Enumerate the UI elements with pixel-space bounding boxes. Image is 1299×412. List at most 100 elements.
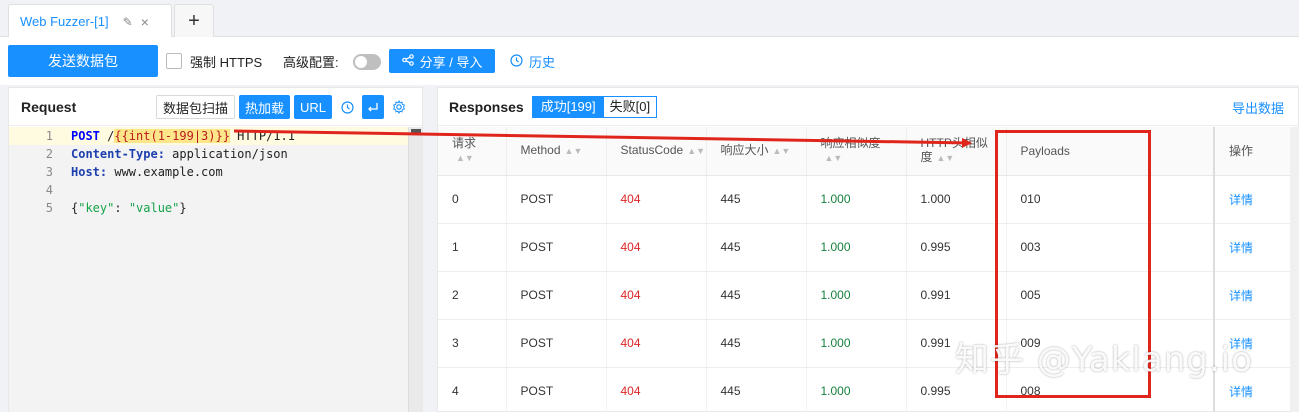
detail-link[interactable]: 详情 xyxy=(1213,319,1299,368)
path-prefix: / xyxy=(99,129,115,143)
cell-size: 445 xyxy=(706,223,807,272)
responses-title: Responses xyxy=(449,98,524,115)
column-header-status-code[interactable]: StatusCode ▲▼ xyxy=(606,127,707,176)
pencil-icon[interactable]: ✎ xyxy=(123,15,133,29)
clock-icon xyxy=(510,53,523,70)
code-line-2[interactable]: 2 Content-Type: application/json xyxy=(9,145,408,163)
http-version: HTTP/1.1 xyxy=(229,129,295,143)
cell-header-similarity: 0.991 xyxy=(906,271,1007,320)
add-tab-button[interactable]: + xyxy=(174,4,214,37)
cell-similarity: 1.000 xyxy=(806,175,907,224)
sort-icon: ▲▼ xyxy=(687,146,706,157)
column-header-response-size[interactable]: 响应大小 ▲▼ xyxy=(706,127,807,176)
share-icon xyxy=(401,53,414,69)
editor-scrollbar[interactable] xyxy=(408,127,422,412)
cell-header-similarity: 0.995 xyxy=(906,223,1007,272)
clock-icon[interactable] xyxy=(336,95,358,119)
cell-payload: 005 xyxy=(1006,271,1215,320)
request-panel: Request 数据包扫描 热加载 URL 1 POST /{{int(1-19… xyxy=(8,87,423,412)
url-button[interactable]: URL xyxy=(293,95,332,119)
tab-web-fuzzer[interactable]: Web Fuzzer-[1] ✎ × xyxy=(8,4,172,38)
detail-link[interactable]: 详情 xyxy=(1213,223,1299,272)
sort-icon: ▲▼ xyxy=(772,146,791,157)
cell-similarity: 1.000 xyxy=(806,367,907,412)
column-header-request[interactable]: 请求▲▼ xyxy=(438,127,507,176)
web-fuzzer-app: Web Fuzzer-[1] ✎ × + 发送数据包 强制 HTTPS 高级配置… xyxy=(0,0,1299,412)
column-header-method[interactable]: Method ▲▼ xyxy=(506,127,607,176)
code-text: Host: www.example.com xyxy=(71,163,223,181)
export-data-link[interactable]: 导出数据 xyxy=(1232,98,1284,117)
code-line-4[interactable]: 4 xyxy=(9,181,408,199)
send-packet-button[interactable]: 发送数据包 xyxy=(8,45,158,77)
sort-icon: ▲▼ xyxy=(936,153,955,164)
fail-filter-button[interactable]: 失败[0] xyxy=(603,96,657,117)
force-https-label: 强制 HTTPS xyxy=(190,55,263,70)
success-filter-button[interactable]: 成功[199] xyxy=(532,96,604,117)
responses-panel: Responses 成功[199] 失败[0] 导出数据 请求▲▼ Method… xyxy=(437,87,1299,412)
column-header-header-similarity[interactable]: HTTP头相似度 ▲▼ xyxy=(906,127,1007,176)
packet-scan-button[interactable]: 数据包扫描 xyxy=(155,95,235,119)
table-scrollbar[interactable] xyxy=(1290,127,1298,412)
tab-label: Web Fuzzer-[1] xyxy=(20,14,109,29)
column-header-similarity[interactable]: 响应相似度▲▼ xyxy=(806,127,907,176)
cell-method: POST xyxy=(506,223,607,272)
request-actions: 数据包扫描 热加载 URL xyxy=(155,95,410,119)
column-header-actions: 操作 xyxy=(1213,127,1299,176)
code-text: Content-Type: application/json xyxy=(71,145,288,163)
advanced-config-switch[interactable] xyxy=(353,54,381,70)
http-method: POST xyxy=(71,129,100,143)
header-value: www.example.com xyxy=(107,165,223,179)
share-import-label: 分享 / 导入 xyxy=(419,54,483,70)
cell-status-code: 404 xyxy=(606,175,707,224)
close-icon[interactable]: × xyxy=(141,14,149,30)
column-header-payloads[interactable]: Payloads xyxy=(1006,127,1215,176)
request-header: Request 数据包扫描 热加载 URL xyxy=(9,88,422,126)
cell-size: 445 xyxy=(706,175,807,224)
hot-load-button[interactable]: 热加载 xyxy=(238,95,290,119)
cell-request: 1 xyxy=(438,223,507,272)
responses-table: 请求▲▼ Method ▲▼ StatusCode ▲▼ 响应大小 ▲▼ 响应相似度▲… xyxy=(438,127,1299,412)
cell-size: 445 xyxy=(706,367,807,412)
cell-header-similarity: 0.995 xyxy=(906,367,1007,412)
detail-link[interactable]: 详情 xyxy=(1213,271,1299,320)
table-row[interactable]: 2 POST 404 445 1.000 0.991 005 详情 xyxy=(438,271,1299,320)
header-name: Content-Type: xyxy=(71,147,165,161)
sort-icon: ▲▼ xyxy=(564,146,583,157)
table-row[interactable]: 0 POST 404 445 1.000 1.000 010 详情 xyxy=(438,175,1299,224)
code-line-5[interactable]: 5 {"key": "value"} xyxy=(9,199,408,217)
fuzz-template: {{int(1-199|3)}} xyxy=(114,129,230,143)
code-line-3[interactable]: 3 Host: www.example.com xyxy=(9,163,408,181)
line-number: 4 xyxy=(45,183,53,197)
history-link[interactable]: 历史 xyxy=(510,52,555,71)
scrollbar-thumb[interactable] xyxy=(411,129,421,135)
tab-bar: Web Fuzzer-[1] ✎ × + xyxy=(0,0,1299,38)
brace: } xyxy=(179,201,187,215)
cell-request: 2 xyxy=(438,271,507,320)
line-wrap-icon[interactable] xyxy=(362,95,384,119)
detail-link[interactable]: 详情 xyxy=(1213,175,1299,224)
cell-payload: 008 xyxy=(1006,367,1215,412)
table-row[interactable]: 4 POST 404 445 1.000 0.995 008 详情 xyxy=(438,367,1299,412)
cell-header-similarity: 1.000 xyxy=(906,175,1007,224)
responses-header: Responses 成功[199] 失败[0] 导出数据 xyxy=(438,88,1298,126)
line-number: 1 xyxy=(45,129,53,143)
cell-similarity: 1.000 xyxy=(806,223,907,272)
cell-status-code: 404 xyxy=(606,223,707,272)
table-row[interactable]: 3 POST 404 445 1.000 0.991 009 详情 xyxy=(438,319,1299,368)
code-line-1[interactable]: 1 POST /{{int(1-199|3)}} HTTP/1.1 xyxy=(9,127,408,145)
request-editor[interactable]: 1 POST /{{int(1-199|3)}} HTTP/1.1 2 Cont… xyxy=(9,127,422,412)
cell-method: POST xyxy=(506,175,607,224)
cell-size: 445 xyxy=(706,319,807,368)
gear-icon[interactable] xyxy=(388,95,410,119)
history-label: 历史 xyxy=(529,55,556,70)
share-import-button[interactable]: 分享 / 导入 xyxy=(389,49,495,73)
line-number: 5 xyxy=(45,201,53,215)
code-text: POST /{{int(1-199|3)}} HTTP/1.1 xyxy=(71,127,295,145)
cell-request: 0 xyxy=(438,175,507,224)
detail-link[interactable]: 详情 xyxy=(1213,367,1299,412)
advanced-config-label: 高级配置: xyxy=(283,55,339,70)
line-number: 2 xyxy=(45,147,53,161)
table-row[interactable]: 1 POST 404 445 1.000 0.995 003 详情 xyxy=(438,223,1299,272)
code-text: {"key": "value"} xyxy=(71,199,187,217)
force-https-checkbox[interactable] xyxy=(166,53,182,69)
